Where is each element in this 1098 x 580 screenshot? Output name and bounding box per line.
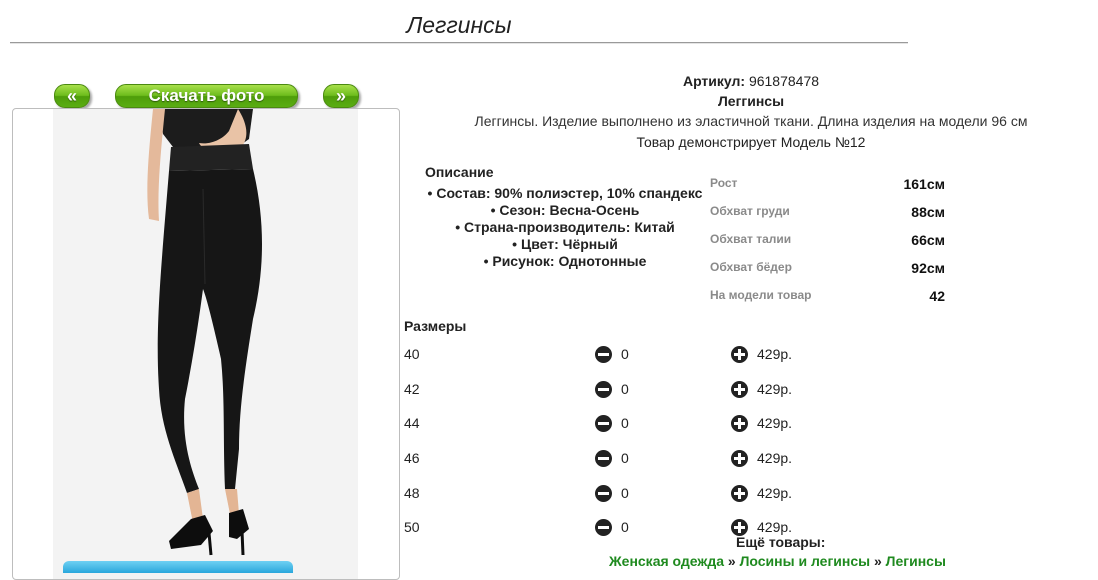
download-photo-button[interactable]: Скачать фото [115, 84, 298, 108]
size-value: 42 [404, 381, 420, 397]
breadcrumb-separator: » [873, 553, 882, 569]
leggings-model-image [147, 109, 262, 556]
breadcrumb-link-womens-clothing[interactable]: Женская одежда [609, 553, 724, 569]
sizes-heading: Размеры [404, 318, 467, 334]
plus-circle-icon[interactable] [731, 485, 748, 502]
breadcrumb: Женская одежда » Лосины и легинсы » Леги… [609, 553, 946, 569]
size-value: 46 [404, 450, 420, 466]
photo-caption-bar [63, 561, 293, 573]
param-label: Обхват бёдер [710, 260, 792, 274]
quantity-value: 0 [621, 519, 629, 535]
product-description: Леггинсы. Изделие выполнено из эластично… [474, 113, 1028, 129]
param-row-model-size: На модели товар 42 [710, 288, 950, 308]
next-photo-button[interactable]: » [323, 84, 359, 108]
size-value: 40 [404, 346, 420, 362]
title-divider [10, 42, 908, 43]
prev-photo-button[interactable]: « [54, 84, 90, 108]
size-row: 42 0 429р. [404, 381, 824, 401]
quantity-value: 0 [621, 381, 629, 397]
minus-circle-icon[interactable] [595, 519, 612, 536]
size-row: 44 0 429р. [404, 415, 824, 435]
param-value: 92см [911, 260, 945, 276]
plus-circle-icon[interactable] [731, 346, 748, 363]
size-value: 44 [404, 415, 420, 431]
size-value: 48 [404, 485, 420, 501]
param-row-height: Рост 161см [710, 176, 950, 196]
size-row: 46 0 429р. [404, 450, 824, 470]
price-value: 429р. [757, 450, 793, 466]
param-value: 42 [929, 288, 945, 304]
param-value: 161см [903, 176, 945, 192]
param-row-hips: Обхват бёдер 92см [710, 260, 950, 280]
breadcrumb-link-leggings-category[interactable]: Лосины и легинсы [740, 553, 871, 569]
param-value: 66см [911, 232, 945, 248]
size-row: 40 0 429р. [404, 346, 824, 366]
description-heading: Описание [425, 164, 494, 180]
list-item: Рисунок: Однотонные [405, 253, 725, 270]
product-name: Леггинсы [717, 93, 785, 109]
plus-circle-icon[interactable] [731, 381, 748, 398]
quantity-value: 0 [621, 415, 629, 431]
plus-circle-icon[interactable] [731, 450, 748, 467]
minus-circle-icon[interactable] [595, 381, 612, 398]
param-row-bust: Обхват груди 88см [710, 204, 950, 224]
minus-circle-icon[interactable] [595, 415, 612, 432]
list-item: Страна-производитель: Китай [405, 219, 725, 236]
minus-circle-icon[interactable] [595, 485, 612, 502]
param-label: На модели товар [710, 288, 812, 302]
param-value: 88см [911, 204, 945, 220]
article-value: 961878478 [748, 73, 820, 89]
price-value: 429р. [757, 346, 793, 362]
page-title: Леггинсы [406, 12, 512, 38]
param-row-waist: Обхват талии 66см [710, 232, 950, 252]
list-item: Цвет: Чёрный [405, 236, 725, 253]
price-value: 429р. [757, 415, 793, 431]
quantity-value: 0 [621, 485, 629, 501]
model-line: Товар демонстрирует Модель №12 [636, 134, 866, 150]
param-label: Рост [710, 176, 738, 190]
article-label: Артикул: [682, 73, 746, 89]
article-line: Артикул: 961878478 [405, 73, 1097, 89]
price-value: 429р. [757, 381, 793, 397]
description-list: Состав: 90% полиэстер, 10% спандекс Сезо… [405, 185, 725, 270]
minus-circle-icon[interactable] [595, 346, 612, 363]
quantity-value: 0 [621, 346, 629, 362]
minus-circle-icon[interactable] [595, 450, 612, 467]
price-value: 429р. [757, 519, 793, 535]
price-value: 429р. [757, 485, 793, 501]
breadcrumb-separator: » [727, 553, 736, 569]
list-item: Сезон: Весна-Осень [405, 202, 725, 219]
size-value: 50 [404, 519, 420, 535]
param-label: Обхват груди [710, 204, 790, 218]
param-label: Обхват талии [710, 232, 792, 246]
list-item: Состав: 90% полиэстер, 10% спандекс [405, 185, 725, 202]
plus-circle-icon[interactable] [731, 415, 748, 432]
product-photo [12, 108, 400, 580]
quantity-value: 0 [621, 450, 629, 466]
breadcrumb-link-leggings[interactable]: Легинсы [886, 553, 946, 569]
more-products-heading: Ещё товары: [736, 534, 826, 550]
size-row: 48 0 429р. [404, 485, 824, 505]
